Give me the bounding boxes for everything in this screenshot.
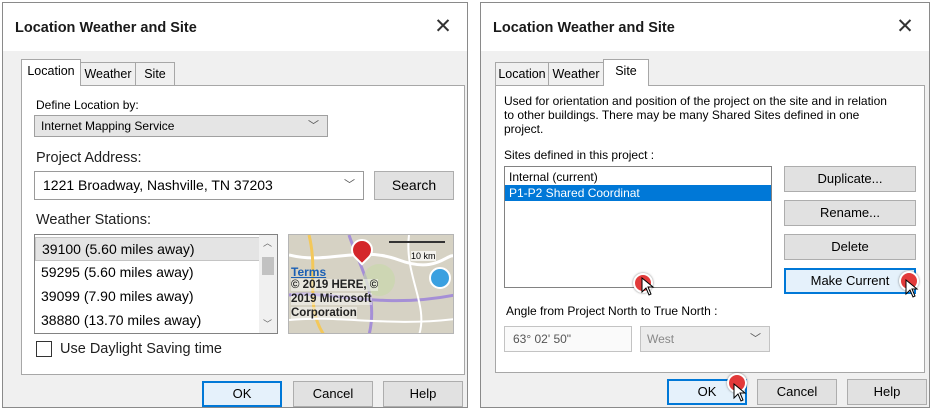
description-line: to other buildings. There may be many Sh…: [504, 108, 860, 122]
close-icon[interactable]: ✕: [891, 13, 919, 41]
list-item-selected[interactable]: P1-P2 Shared Coordinat: [505, 185, 771, 201]
map-scale-label: 10 km: [411, 251, 436, 261]
description-line: Used for orientation and position of the…: [504, 94, 887, 108]
ok-button[interactable]: OK: [202, 381, 282, 407]
duplicate-button[interactable]: Duplicate...: [784, 166, 916, 192]
tab-weather[interactable]: Weather: [548, 62, 604, 86]
list-item[interactable]: 38880 (13.70 miles away): [35, 309, 277, 333]
site-label: Internal (current): [509, 170, 598, 184]
map-copyright-line: 2019 Microsoft: [291, 293, 372, 305]
make-current-button[interactable]: Make Current: [784, 268, 916, 294]
tab-site[interactable]: Site: [603, 59, 649, 86]
direction-dropdown[interactable]: West ﹀: [640, 326, 770, 352]
define-location-label: Define Location by:: [36, 98, 139, 112]
help-button[interactable]: Help: [383, 381, 463, 407]
map-copyright-line: Corporation: [291, 307, 357, 319]
scrollbar[interactable]: ︿ ﹀: [259, 235, 277, 333]
close-icon[interactable]: ✕: [429, 13, 457, 41]
delete-button[interactable]: Delete: [784, 234, 916, 260]
define-location-value: Internet Mapping Service: [41, 119, 175, 133]
location-weather-site-dialog-location-tab: Location Weather and Site ✕ Location Wea…: [2, 2, 468, 408]
tab-panel: Used for orientation and position of the…: [495, 85, 925, 373]
location-weather-site-dialog-site-tab: Location Weather and Site ✕ Location Wea…: [480, 2, 930, 408]
station-label: 39099 (7.90 miles away): [41, 288, 194, 304]
sites-label: Sites defined in this project :: [504, 148, 655, 162]
sites-list[interactable]: Internal (current) P1-P2 Shared Coordina…: [504, 166, 772, 288]
search-button[interactable]: Search: [374, 171, 454, 200]
chevron-down-icon[interactable]: ﹀: [263, 317, 272, 330]
help-button[interactable]: Help: [847, 379, 927, 405]
list-item[interactable]: 59295 (5.60 miles away): [35, 261, 277, 285]
mouse-pointer-icon: [641, 277, 655, 296]
station-label: 39100 (5.60 miles away): [42, 241, 195, 257]
tab-panel: Define Location by: Internet Mapping Ser…: [21, 85, 465, 375]
map-view[interactable]: 10 km Terms © 2019 HERE, © 2019 Microsof…: [288, 234, 454, 334]
angle-input[interactable]: 63° 02' 50": [504, 326, 632, 352]
chevron-down-icon: ﹀: [750, 333, 761, 345]
cancel-button[interactable]: Cancel: [293, 381, 373, 407]
weather-stations-list[interactable]: 39100 (5.60 miles away) 59295 (5.60 mile…: [34, 234, 278, 334]
project-address-combo[interactable]: 1221 Broadway, Nashville, TN 37203 ﹀: [34, 171, 364, 200]
description-line: project.: [504, 122, 544, 136]
list-item[interactable]: Internal (current): [505, 169, 771, 185]
scrollbar-thumb[interactable]: [262, 257, 274, 275]
title-bar: Location Weather and Site ✕: [481, 3, 929, 51]
tab-location[interactable]: Location: [21, 59, 81, 86]
dialog-title: Location Weather and Site: [493, 20, 675, 36]
tab-location[interactable]: Location: [495, 62, 549, 86]
define-location-dropdown[interactable]: Internet Mapping Service ﹀: [34, 115, 328, 137]
daylight-saving-checkbox[interactable]: [36, 341, 52, 357]
dialog-title: Location Weather and Site: [15, 20, 197, 36]
mouse-pointer-icon: [905, 279, 919, 298]
title-bar: Location Weather and Site ✕: [3, 3, 467, 51]
list-item-selected[interactable]: 39100 (5.60 miles away): [35, 237, 277, 261]
chevron-up-icon[interactable]: ︿: [263, 236, 272, 249]
project-address-label: Project Address:: [36, 150, 142, 166]
direction-value: West: [647, 332, 675, 346]
map-copyright-line: © 2019 HERE, ©: [291, 279, 379, 291]
cancel-button[interactable]: Cancel: [757, 379, 837, 405]
map-scale-bar: [389, 241, 445, 243]
station-label: 38880 (13.70 miles away): [41, 312, 202, 328]
chevron-down-icon: ﹀: [344, 179, 355, 191]
chevron-down-icon: ﹀: [308, 120, 319, 132]
mouse-pointer-icon: [733, 383, 747, 402]
station-label: 59295 (5.60 miles away): [41, 264, 194, 280]
list-item[interactable]: 39099 (7.90 miles away): [35, 285, 277, 309]
rename-button[interactable]: Rename...: [784, 200, 916, 226]
weather-stations-label: Weather Stations:: [36, 212, 151, 228]
map-terms-link[interactable]: Terms: [291, 265, 326, 279]
tab-weather[interactable]: Weather: [80, 62, 136, 86]
site-label: P1-P2 Shared Coordinat: [509, 186, 640, 200]
angle-label: Angle from Project North to True North :: [506, 304, 718, 318]
project-address-value: 1221 Broadway, Nashville, TN 37203: [43, 177, 273, 193]
weather-station-pin-icon[interactable]: [429, 267, 451, 289]
tab-site[interactable]: Site: [135, 62, 175, 86]
daylight-saving-label: Use Daylight Saving time: [60, 341, 222, 357]
